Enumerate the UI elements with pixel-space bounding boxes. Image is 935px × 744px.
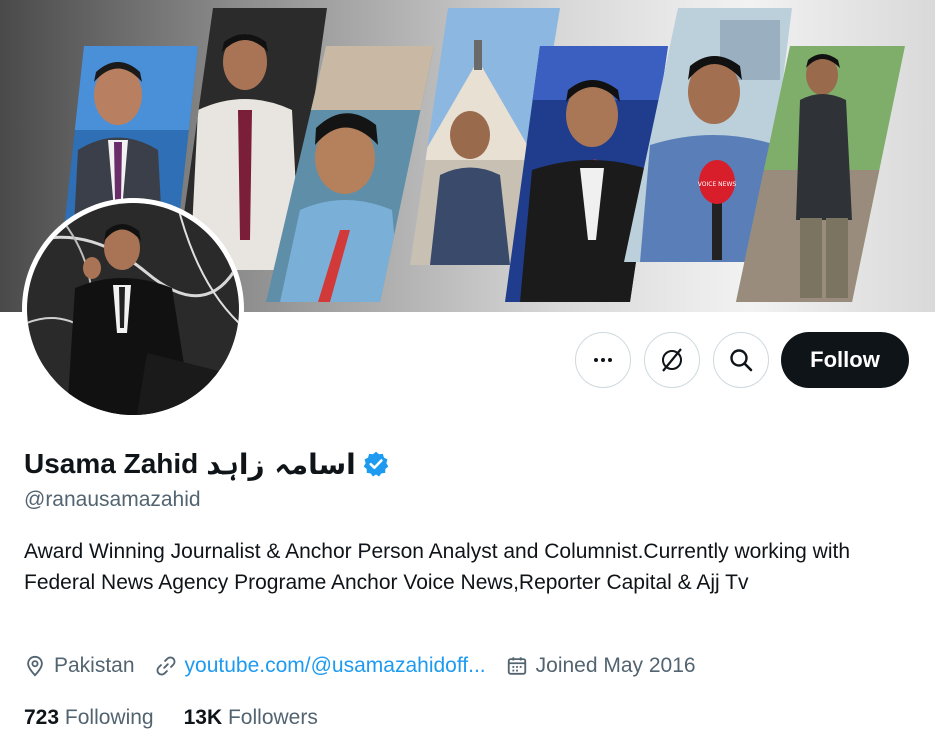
verified-badge-icon[interactable] — [362, 450, 390, 478]
profile-stats: 723 Following 13K Followers — [24, 702, 348, 734]
display-name-latin: Usama Zahid — [24, 448, 199, 479]
location-item: Pakistan — [24, 654, 135, 678]
profile-handle: @ranausamazahid — [24, 488, 201, 511]
follow-button[interactable]: Follow — [781, 332, 909, 388]
followers-stat[interactable]: 13K Followers — [184, 706, 318, 730]
joined-item: Joined May 2016 — [506, 654, 696, 678]
more-horizontal-icon — [594, 358, 612, 362]
search-button[interactable] — [713, 332, 769, 388]
search-icon — [730, 349, 753, 372]
link-icon — [156, 656, 176, 676]
profile-meta: Pakistan youtube.com/@usamazahidoff... J… — [24, 650, 716, 682]
profile-avatar[interactable] — [22, 198, 244, 420]
profile-bio: Award Winning Journalist & Anchor Person… — [24, 540, 850, 594]
profile-name-row: Usama Zahid اسامہ زاہد — [24, 445, 390, 483]
grok-button[interactable] — [644, 332, 700, 388]
location-text: Pakistan — [54, 654, 135, 677]
website-item[interactable]: youtube.com/@usamazahidoff... — [155, 654, 486, 678]
website-link[interactable]: youtube.com/@usamazahidoff... — [185, 654, 486, 678]
grok-icon — [662, 348, 682, 372]
following-label: Following — [64, 706, 154, 729]
display-name-urdu: اسامہ زاہد — [206, 447, 356, 481]
calendar-icon — [507, 657, 526, 675]
following-count: 723 — [24, 706, 60, 729]
location-pin-icon — [27, 655, 43, 677]
followers-count: 13K — [183, 706, 223, 729]
more-button[interactable] — [575, 332, 631, 388]
followers-label: Followers — [227, 706, 318, 729]
avatar-photo — [27, 203, 239, 415]
mic-flag-label: VOICE NEWS — [698, 181, 737, 188]
following-stat[interactable]: 723 Following — [24, 706, 154, 730]
joined-text: Joined May 2016 — [535, 654, 696, 677]
